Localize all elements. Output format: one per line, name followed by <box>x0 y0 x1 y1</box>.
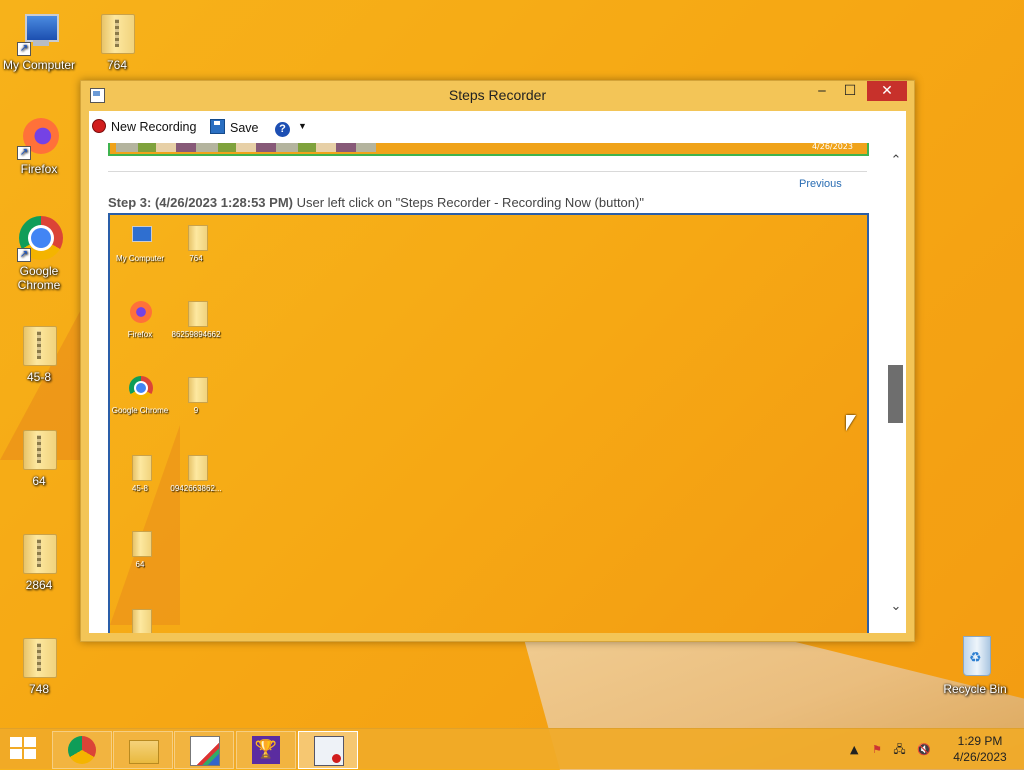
close-button[interactable]: ✕ <box>867 81 907 101</box>
toolbar: New Recording Save ? ▼ <box>89 111 906 143</box>
steps-recorder-icon <box>314 736 344 766</box>
desktop-icon-764[interactable]: 764 <box>80 8 154 72</box>
start-button[interactable] <box>10 737 38 761</box>
zip-folder-icon <box>15 424 63 472</box>
help-dropdown-arrow-icon[interactable]: ▼ <box>298 121 307 131</box>
desktop-icon-chrome[interactable]: ↗ Google Chrome <box>2 214 76 292</box>
zip-folder-icon <box>15 528 63 576</box>
zip-folder-icon <box>15 320 63 368</box>
previous-link[interactable]: Previous <box>799 178 842 190</box>
save-button[interactable]: Save <box>210 119 259 135</box>
taskbar-trophy-app[interactable]: 🏆 <box>236 731 296 769</box>
preview-date: 4/26/2023 <box>811 143 853 151</box>
taskbar-chrome[interactable] <box>52 731 112 769</box>
screenshot-icon: 64 <box>110 529 170 569</box>
desktop-icon-my-computer[interactable]: ↗ My Computer <box>2 8 76 72</box>
steps-content[interactable]: 4/26/2023 Previous Step 3: (4/26/2023 1:… <box>89 143 886 633</box>
screenshot-icon: 9 <box>166 375 226 415</box>
system-tray: ▲ ⚑ 🖧 🔇 <box>850 741 931 760</box>
desktop-icon-label: 45-8 <box>26 370 52 384</box>
screenshot-icon: Google Chrome <box>110 375 170 415</box>
paint-icon <box>190 736 220 766</box>
taskbar: 🏆 ▲ ⚑ 🖧 🔇 1:29 PM 4/26/2023 <box>0 728 1024 769</box>
zip-folder-icon <box>188 377 208 403</box>
new-recording-label: New Recording <box>111 120 197 134</box>
taskbar-clock[interactable]: 1:29 PM 4/26/2023 <box>944 733 1016 765</box>
scroll-thumb[interactable] <box>888 365 903 423</box>
recycle-bin-icon <box>951 632 999 680</box>
trophy-icon: 🏆 <box>252 736 280 764</box>
zip-folder-icon <box>15 632 63 680</box>
zip-folder-icon <box>132 609 152 633</box>
zip-folder-icon <box>188 301 208 327</box>
desktop-icon-64[interactable]: 64 <box>2 424 76 488</box>
minimize-button[interactable]: ‒ <box>811 81 833 101</box>
zip-folder-icon <box>132 455 152 481</box>
help-button[interactable]: ? ▼ <box>275 119 307 137</box>
network-icon[interactable]: 🖧 <box>893 743 905 756</box>
taskbar-file-explorer[interactable] <box>113 731 173 769</box>
desktop-icon-748[interactable]: 748 <box>2 632 76 696</box>
record-icon <box>92 119 106 133</box>
desktop-icon-label: 764 <box>106 58 128 72</box>
help-icon: ? <box>275 122 290 137</box>
new-recording-button[interactable]: New Recording <box>92 119 196 134</box>
zip-folder-icon <box>188 455 208 481</box>
chrome-icon: ↗ <box>15 214 63 262</box>
chrome-icon <box>68 736 96 764</box>
action-center-icon[interactable]: ⚑ <box>872 743 882 756</box>
computer-icon: ↗ <box>15 8 63 56</box>
screenshot-icon: Firefox <box>110 299 170 339</box>
screenshot-icon <box>110 607 170 633</box>
desktop-icon-label: Recycle Bin <box>943 682 1007 696</box>
screenshot-icon: 86259894662 <box>166 299 226 339</box>
screenshot-icon: 45-8 <box>110 453 170 493</box>
clock-time: 1:29 PM <box>957 734 1003 748</box>
save-icon <box>210 119 225 134</box>
desktop-icon-label: 2864 <box>25 578 53 592</box>
firefox-icon: ↗ <box>15 112 63 160</box>
chrome-icon <box>129 376 153 400</box>
previous-step-screenshot: 4/26/2023 <box>108 143 869 156</box>
desktop-icon-label: My Computer <box>2 58 76 72</box>
volume-muted-icon[interactable]: 🔇 <box>917 743 931 756</box>
save-label: Save <box>230 121 259 135</box>
zip-folder-icon <box>93 8 141 56</box>
window-title: Steps Recorder <box>448 87 547 103</box>
step-screenshot[interactable]: My Computer 764 Firefox 86259894662 Goog… <box>108 213 869 633</box>
screenshot-icon: My Computer <box>110 223 170 263</box>
desktop-icon-label: Firefox <box>20 162 58 176</box>
scroll-up-icon[interactable]: ⌃ <box>888 153 904 168</box>
desktop-icon-label: Google Chrome <box>17 264 61 292</box>
clock-date: 4/26/2023 <box>953 750 1007 764</box>
folder-icon <box>129 740 159 764</box>
zip-folder-icon <box>188 225 208 251</box>
steps-recorder-window: Steps Recorder ‒ ☐ ✕ New Recording Save … <box>80 80 915 642</box>
show-hidden-icons-icon[interactable]: ▲ <box>850 743 858 756</box>
step-text: User left click on "Steps Recorder - Rec… <box>292 195 644 210</box>
firefox-icon <box>130 301 152 323</box>
screenshot-icon: 764 <box>166 223 226 263</box>
step-divider <box>108 171 867 172</box>
vertical-scrollbar[interactable]: ⌃ ⌄ <box>886 143 906 633</box>
maximize-button[interactable]: ☐ <box>837 81 863 101</box>
desktop-icon-2864[interactable]: 2864 <box>2 528 76 592</box>
desktop-icon-label: 748 <box>28 682 50 696</box>
computer-icon <box>132 226 152 242</box>
windows-logo-icon <box>10 737 22 747</box>
step-heading: Step 3: (4/26/2023 1:28:53 PM) <box>108 195 293 210</box>
desktop-icon-recycle-bin[interactable]: Recycle Bin <box>938 632 1012 696</box>
desktop-icon-firefox[interactable]: ↗ Firefox <box>2 112 76 176</box>
mouse-cursor-icon <box>846 415 856 431</box>
zip-folder-icon <box>132 531 152 557</box>
title-bar[interactable]: Steps Recorder ‒ ☐ ✕ <box>81 81 914 109</box>
screenshot-icon: 0942663862... <box>166 453 226 493</box>
step-description: Step 3: (4/26/2023 1:28:53 PM) User left… <box>108 195 644 210</box>
scroll-down-icon[interactable]: ⌄ <box>888 599 904 614</box>
taskbar-paint[interactable] <box>174 731 234 769</box>
desktop-icon-45-8[interactable]: 45-8 <box>2 320 76 384</box>
desktop-icon-label: 64 <box>32 474 46 488</box>
taskbar-steps-recorder[interactable] <box>298 731 358 769</box>
